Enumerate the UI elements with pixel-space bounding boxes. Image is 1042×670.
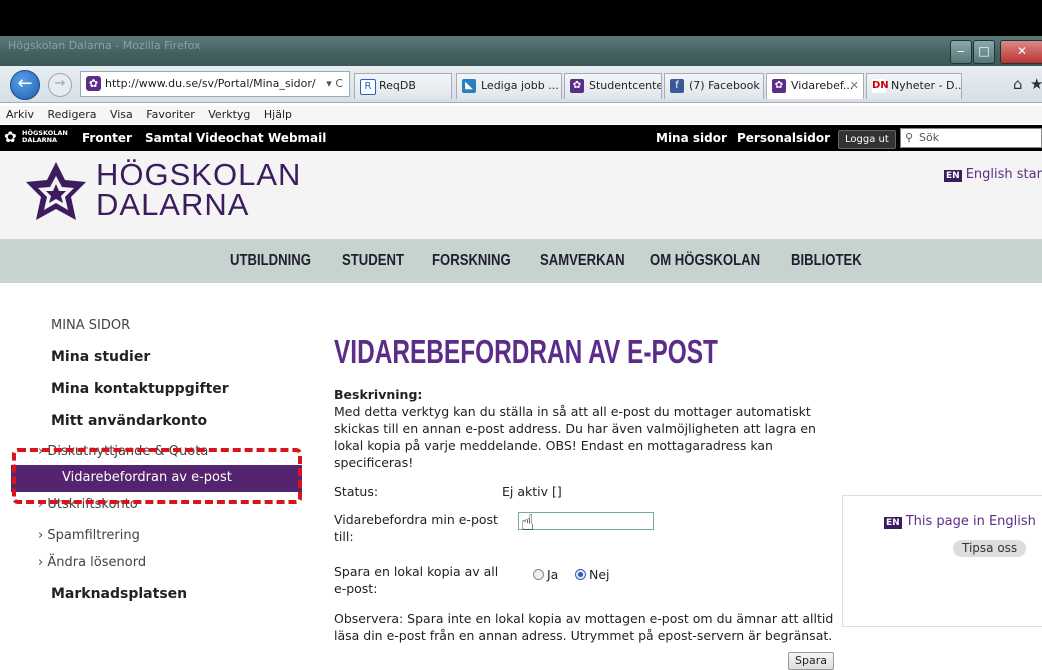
sidebar-heading[interactable]: MINA SIDOR [51, 318, 130, 333]
english-start-link[interactable]: ENEnglish startp [944, 167, 1042, 182]
sidebar-item-marknadsplatsen[interactable]: Marknadsplatsen [51, 586, 187, 602]
tab-facebook[interactable]: f (7) Facebook [664, 73, 764, 99]
nav-student[interactable]: STUDENT [342, 252, 404, 270]
window-title: Högskolan Dalarna - Mozilla Firefox [8, 39, 201, 52]
minimize-button[interactable]: ‒ [950, 40, 972, 64]
site-favicon-icon: ✿ [86, 76, 101, 91]
nav-bibliotek[interactable]: BIBLIOTEK [791, 252, 862, 270]
sidebar-item-anvandarkonto[interactable]: Mitt användarkonto [51, 413, 207, 429]
tab-studentcenter[interactable]: ✿ Studentcenter [564, 73, 662, 99]
top-black-band [0, 0, 1042, 36]
sidebar-item-mina-studier[interactable]: Mina studier [51, 349, 150, 365]
copy-label: Spara en lokal kopia av all e-post: [334, 564, 499, 596]
description-block: Beskrivning: Med detta verktyg kan du st… [334, 386, 844, 471]
radio-unchecked-icon [533, 569, 544, 580]
url-text: http://www.du.se/sv/Portal/Mina_sidor/ [105, 77, 316, 90]
menu-hjalp[interactable]: Hjälp [264, 108, 292, 121]
dn-icon: DN [872, 79, 889, 93]
favorites-star-icon[interactable]: ★ [1030, 75, 1042, 93]
forward-arrow-icon: → [54, 76, 66, 91]
main-navigation [0, 239, 1042, 283]
du-star-icon: ✿ [772, 79, 786, 93]
home-icon[interactable]: ⌂ [1013, 75, 1023, 93]
sidebar-item-kontaktuppgifter[interactable]: Mina kontaktuppgifter [51, 381, 229, 397]
search-icon: ⚲ [905, 131, 914, 144]
radio-checked-icon [575, 569, 586, 580]
facebook-icon: f [670, 79, 684, 93]
site-logo-small[interactable]: HÖGSKOLAN DALARNA [22, 130, 68, 144]
nav-om-hogskolan[interactable]: OM HÖGSKOLAN [650, 252, 760, 270]
radio-nej[interactable]: Nej [575, 566, 610, 583]
link-fronter[interactable]: Fronter [82, 125, 132, 151]
radio-ja[interactable]: Ja [533, 566, 558, 583]
sidebar-subitem-andra-losenord[interactable]: › Ändra lösenord [38, 555, 146, 570]
forward-label: Vidarebefordra min e-post till: [334, 512, 498, 544]
nav-forskning[interactable]: FORSKNING [432, 252, 511, 270]
status-value: Ej aktiv [] [502, 484, 562, 499]
link-videochat[interactable]: Videochat [196, 125, 264, 151]
refresh-icon[interactable]: ▾ C [326, 72, 343, 96]
forward-button[interactable]: → [48, 73, 72, 97]
hand-cursor-icon: ☝ [521, 511, 535, 536]
link-samtal[interactable]: Samtal [145, 125, 192, 151]
menu-arkiv[interactable]: Arkiv [6, 108, 34, 121]
maximize-button[interactable]: □ [973, 40, 995, 64]
menu-visa[interactable]: Visa [110, 108, 133, 121]
reqdb-icon: R [360, 79, 376, 95]
link-personalsidor[interactable]: Personalsidor [737, 125, 830, 151]
menu-redigera[interactable]: Redigera [47, 108, 96, 121]
du-logo-small-icon: ✿ [4, 128, 17, 146]
link-webmail[interactable]: Webmail [268, 125, 326, 151]
tab-reqdb[interactable]: R ReqDB [354, 73, 452, 99]
en-flag-icon: EN [944, 170, 962, 182]
page-title: VIDAREBEFORDRAN AV E-POST [334, 333, 718, 370]
menu-bar: Arkiv Redigera Visa Favoriter Verktyg Hj… [0, 106, 1042, 124]
close-window-button[interactable]: ✕ [1000, 40, 1042, 64]
back-button[interactable]: ← [10, 70, 40, 100]
link-mina-sidor[interactable]: Mina sidor [656, 125, 727, 151]
highlight-annotation [12, 448, 302, 504]
description-label: Beskrivning: [334, 387, 423, 402]
close-tab-icon[interactable]: ✕ [850, 74, 859, 98]
note-text: Observera: Spara inte en lokal kopia av … [334, 611, 834, 643]
this-page-in-english-link[interactable]: EN This page in English [884, 514, 1036, 529]
nav-utbildning[interactable]: UTBILDNING [230, 252, 311, 270]
sidebar-subitem-spamfiltrering[interactable]: › Spamfiltrering [38, 528, 140, 543]
save-button[interactable]: Spara [788, 652, 834, 670]
tipsa-oss-button[interactable]: Tipsa oss [953, 540, 1027, 557]
en-flag-icon: EN [884, 517, 902, 529]
nav-samverkan[interactable]: SAMVERKAN [540, 252, 625, 270]
forward-email-input[interactable] [518, 512, 654, 530]
menu-favoriter[interactable]: Favoriter [146, 108, 194, 121]
logout-button[interactable]: Logga ut [838, 130, 896, 149]
tab-vidarebefordran[interactable]: ✿ Vidarebef... ✕ [766, 73, 864, 99]
menu-verktyg[interactable]: Verktyg [208, 108, 250, 121]
tab-nyheter[interactable]: DN Nyheter - D... [866, 73, 962, 99]
du-logo-icon[interactable] [22, 160, 90, 224]
chevron-right-icon: › [38, 555, 48, 570]
tab-lediga-jobb[interactable]: ◣ Lediga jobb ... [456, 73, 562, 99]
site-logo-text[interactable]: HÖGSKOLAN DALARNA [96, 159, 301, 220]
description-text: Med detta verktyg kan du ställa in så at… [334, 404, 816, 470]
back-arrow-icon: ← [17, 73, 33, 94]
address-bar[interactable]: ✿ http://www.du.se/sv/Portal/Mina_sidor/… [80, 71, 350, 97]
chevron-right-icon: › [38, 528, 48, 543]
jobs-icon: ◣ [462, 79, 476, 93]
du-star-icon: ✿ [570, 79, 584, 93]
status-label: Status: [334, 484, 379, 499]
search-input[interactable]: ⚲ Sök [900, 128, 1042, 148]
